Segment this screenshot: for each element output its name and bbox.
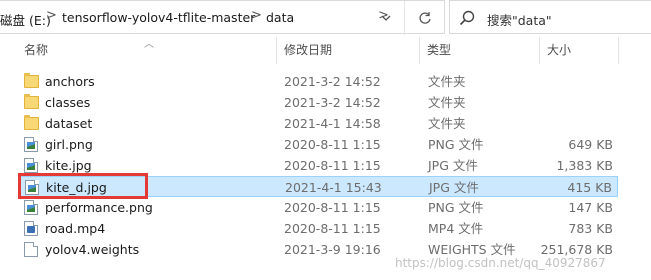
search-placeholder: 搜索"data" (487, 13, 552, 28)
search-input[interactable]: 搜索"data" (449, 0, 651, 34)
file-date: 2020-8-11 1:15 (284, 158, 381, 173)
file-type: 文件夹 (428, 74, 466, 89)
file-name: anchors (45, 74, 95, 89)
file-name: road.mp4 (45, 221, 106, 236)
file-date: 2020-8-11 1:15 (284, 200, 381, 215)
file-date: 2020-8-11 1:15 (284, 221, 381, 236)
file-date: 2021-4-1 14:58 (284, 116, 381, 131)
file-row[interactable]: girl.png 2020-8-11 1:15 PNG 文件 649 KB (18, 134, 618, 155)
image-file-icon (24, 137, 38, 152)
file-type: 文件夹 (428, 116, 466, 131)
annotation-highlight-box (18, 173, 148, 199)
watermark: https://blog.csdn.net/qq_40927867 (395, 256, 606, 270)
file-type: PNG 文件 (428, 200, 484, 215)
column-header-date[interactable]: 修改日期 (278, 37, 420, 64)
breadcrumb-drive[interactable]: 磁盘 (E:) (0, 10, 51, 29)
breadcrumb-folder[interactable]: tensorflow-yolov4-tflite-master (62, 10, 255, 25)
image-file-icon (24, 158, 38, 173)
video-file-icon (24, 221, 38, 236)
folder-icon (24, 73, 39, 88)
file-row[interactable]: dataset 2021-4-1 14:58 文件夹 (18, 113, 618, 134)
file-date: 2020-8-11 1:15 (284, 137, 381, 152)
search-icon (459, 10, 475, 26)
address-dropdown-button[interactable] (371, 1, 401, 35)
file-date: 2021-3-9 19:16 (284, 242, 381, 257)
blank-file-icon (24, 242, 38, 257)
file-size: 783 KB (568, 221, 613, 236)
file-row[interactable]: anchors 2021-3-2 14:52 文件夹 (18, 71, 618, 92)
column-header-name[interactable]: 名称 (18, 37, 277, 64)
file-name: girl.png (45, 137, 93, 152)
file-type: JPG 文件 (429, 180, 479, 195)
file-size: 649 KB (568, 137, 613, 152)
file-type: PNG 文件 (428, 137, 484, 152)
file-date: 2021-3-2 14:52 (284, 95, 381, 110)
refresh-icon (418, 12, 431, 24)
breadcrumb-current[interactable]: data (266, 10, 294, 25)
breadcrumb-separator[interactable]: > (46, 8, 57, 23)
file-name: yolov4.weights (45, 242, 140, 257)
file-name: performance.png (45, 200, 153, 215)
column-header-type[interactable]: 类型 (421, 37, 540, 64)
file-row[interactable]: performance.png 2020-8-11 1:15 PNG 文件 14… (18, 197, 618, 218)
refresh-button[interactable] (404, 1, 444, 35)
folder-icon (24, 115, 39, 130)
folder-icon (24, 94, 39, 109)
chevron-down-icon (381, 15, 391, 21)
column-header-size[interactable]: 大小 (541, 37, 619, 64)
file-type: JPG 文件 (428, 158, 478, 173)
file-row[interactable]: road.mp4 2020-8-11 1:15 MP4 文件 783 KB (18, 218, 618, 239)
column-header-row: 名称 修改日期 类型 大小 (0, 37, 651, 64)
file-name: dataset (45, 116, 93, 131)
file-size: 1,383 KB (556, 158, 613, 173)
file-date: 2021-4-1 15:43 (285, 180, 382, 195)
address-bar[interactable]: 磁盘 (E:) > tensorflow-yolov4-tflite-maste… (0, 0, 445, 35)
file-size: 415 KB (567, 180, 612, 195)
file-type: MP4 文件 (428, 221, 484, 236)
file-name: classes (45, 95, 91, 110)
file-date: 2021-3-2 14:52 (284, 74, 381, 89)
breadcrumb-separator[interactable]: > (251, 8, 262, 23)
file-type: 文件夹 (428, 95, 466, 110)
file-row[interactable]: classes 2021-3-2 14:52 文件夹 (18, 92, 618, 113)
file-size: 147 KB (568, 200, 613, 215)
image-file-icon (24, 200, 38, 215)
